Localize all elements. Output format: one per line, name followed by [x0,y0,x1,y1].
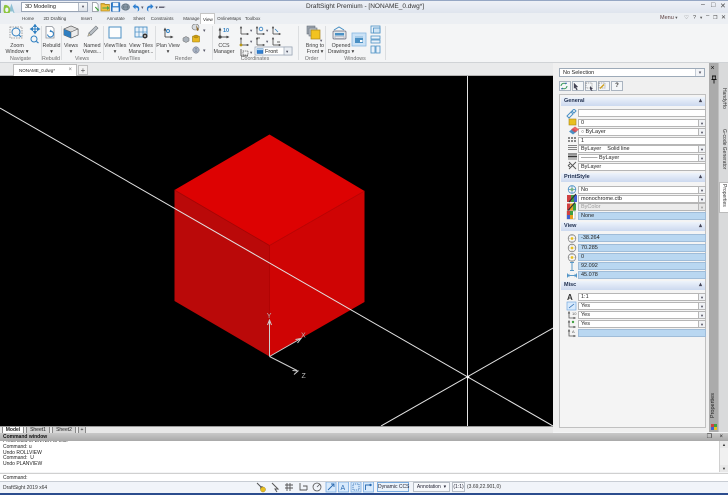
svg-text:▾: ▾ [250,50,253,55]
svg-text:A: A [341,485,346,492]
svg-text:A: A [567,293,573,302]
svg-text:X: X [301,333,306,340]
svg-text:▾: ▾ [266,39,269,44]
svg-text:▾: ▾ [250,39,253,44]
svg-text:Z: Z [302,373,307,380]
svg-text:▾: ▾ [155,6,158,11]
svg-text:▾: ▾ [266,28,269,33]
svg-text:Front: Front [265,49,278,55]
svg-text:▾: ▾ [203,48,206,54]
svg-text:10: 10 [572,311,577,316]
svg-text:▾: ▾ [141,6,144,11]
svg-text:A: A [572,329,575,334]
svg-text:▾: ▾ [203,28,206,34]
svg-text:▾: ▾ [250,28,253,33]
svg-text:▾: ▾ [320,38,323,43]
svg-text:10: 10 [223,28,229,34]
svg-text:Y: Y [267,313,272,320]
